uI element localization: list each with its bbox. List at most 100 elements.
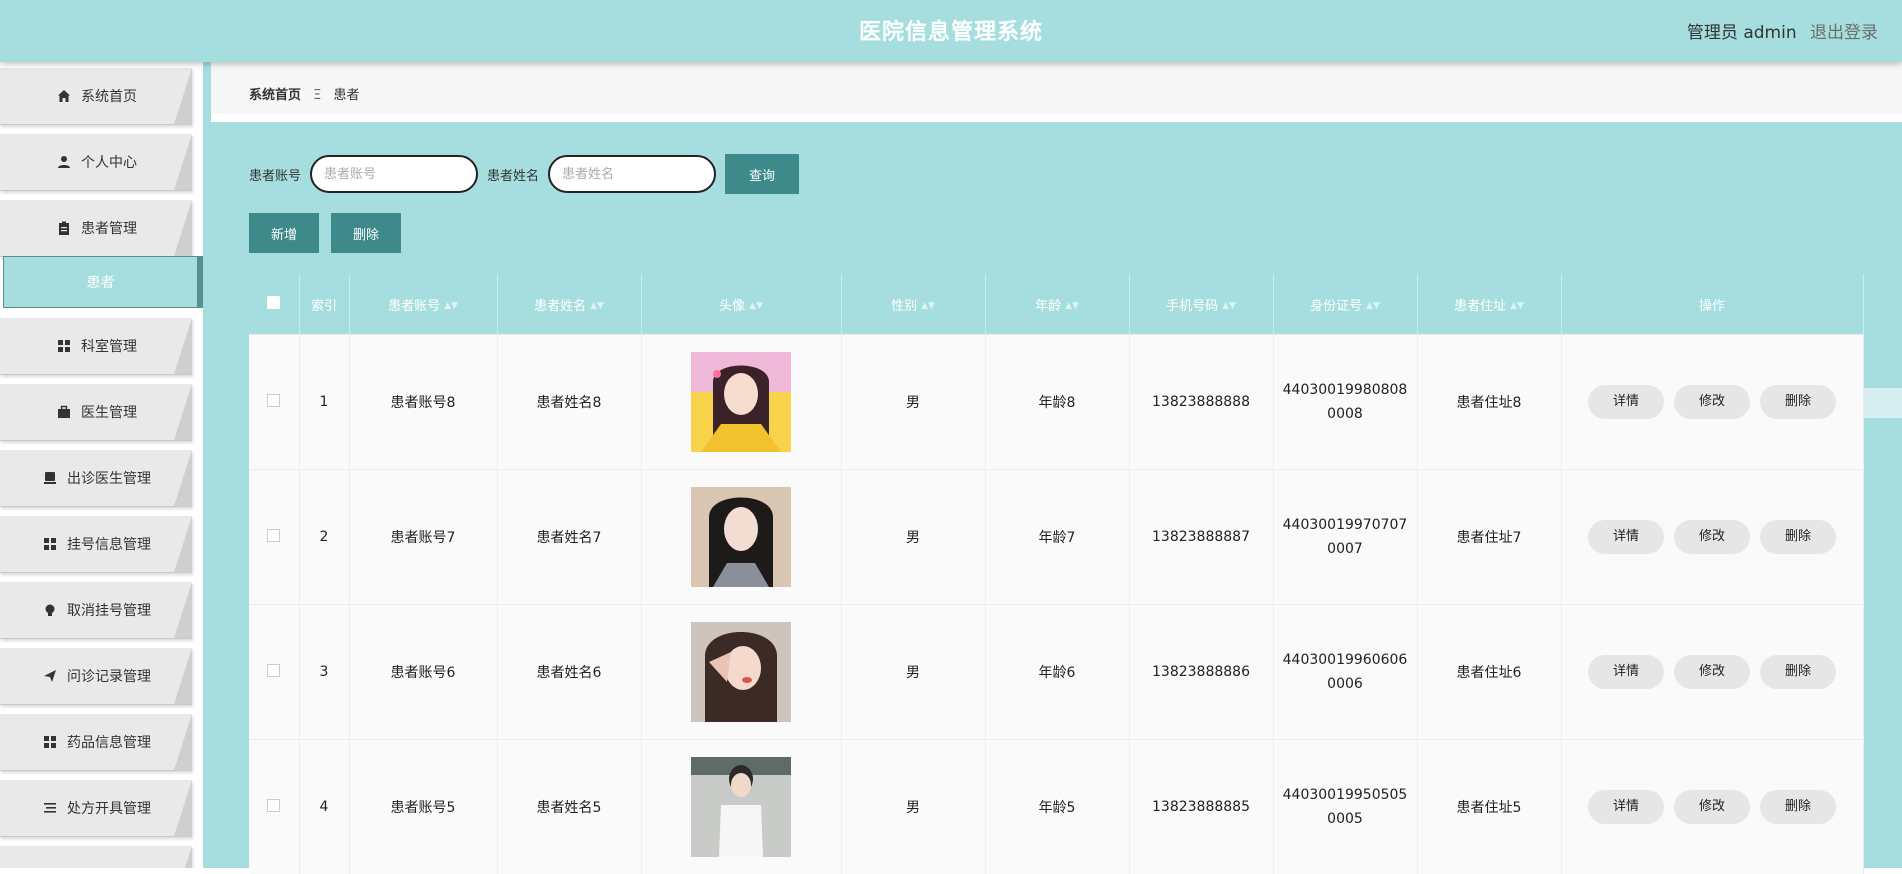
sidebar-subitem-label: 患者 <box>87 272 115 292</box>
send-icon <box>41 667 59 685</box>
sidebar-item-medicine[interactable]: 药品信息管理 <box>0 714 192 771</box>
delete-button[interactable]: 删除 <box>1760 655 1836 689</box>
sidebar-item-department[interactable]: 科室管理 <box>0 318 192 375</box>
sort-icon[interactable]: ▲▼ <box>590 301 604 311</box>
row-checkbox[interactable] <box>267 529 280 542</box>
row-checkbox[interactable] <box>267 799 280 812</box>
index-cell: 2 <box>299 470 349 605</box>
main-content: 系统首页 Ξ 患者 患者账号 患者姓名 查询 新增 删除 索引 患者账 <box>211 62 1902 868</box>
operations-cell: 详情修改删除 <box>1561 470 1863 605</box>
column-header[interactable]: 患者住址▲▼ <box>1417 274 1561 335</box>
table-row: 2 患者账号7 患者姓名7 男 年龄7 13823888887 <box>249 470 1863 605</box>
name-search-input[interactable] <box>548 155 716 193</box>
column-header[interactable]: 身份证号▲▼ <box>1273 274 1417 335</box>
sidebar: 系统首页 个人中心 患者管理 患者 科室管理 医生管理 出诊医生管理 挂号信息管… <box>0 62 210 868</box>
column-header[interactable]: 患者姓名▲▼ <box>497 274 641 335</box>
row-checkbox[interactable] <box>267 664 280 677</box>
grid-icon <box>41 733 59 751</box>
add-button[interactable]: 新增 <box>249 213 319 253</box>
sort-icon[interactable]: ▲▼ <box>1222 301 1236 311</box>
id-card-line2: 0005 <box>1327 811 1363 827</box>
sidebar-item-registration[interactable]: 挂号信息管理 <box>0 516 192 573</box>
select-all-header <box>249 274 299 335</box>
sidebar-item-doctor[interactable]: 医生管理 <box>0 384 192 441</box>
edit-button[interactable]: 修改 <box>1674 385 1750 419</box>
monitor-icon <box>41 469 59 487</box>
sidebar-item-profile[interactable]: 个人中心 <box>0 134 192 191</box>
sidebar-rail <box>203 62 211 868</box>
sort-icon[interactable]: ▲▼ <box>444 301 458 311</box>
delete-button[interactable]: 删除 <box>1760 385 1836 419</box>
column-header[interactable]: 性别 ▲▼ <box>841 274 985 335</box>
phone-cell: 13823888885 <box>1129 740 1273 874</box>
avatar-cell <box>641 470 841 605</box>
sort-icon[interactable]: ▲▼ <box>1366 301 1380 311</box>
avatar-cell <box>641 605 841 740</box>
list-icon <box>41 799 59 817</box>
sidebar-item-prescription[interactable]: 处方开具管理 <box>0 780 192 837</box>
batch-delete-button[interactable]: 删除 <box>331 213 401 253</box>
address-cell: 患者住址6 <box>1417 605 1561 740</box>
column-header[interactable]: 头像▲▼ <box>641 274 841 335</box>
gender-cell: 男 <box>841 740 985 874</box>
detail-button[interactable]: 详情 <box>1588 655 1664 689</box>
patient-table-wrap: 索引 患者账号▲▼ 患者姓名▲▼ 头像▲▼ 性别 ▲▼ 年龄▲▼ 手机号码 ▲▼ 身… <box>249 274 1863 874</box>
column-header-label: 性别 <box>891 299 917 314</box>
column-header-label: 索引 <box>311 299 337 314</box>
sidebar-item-label: 医生管理 <box>81 402 137 422</box>
home-icon <box>55 87 73 105</box>
avatar[interactable] <box>691 487 791 587</box>
column-header[interactable]: 年龄▲▼ <box>985 274 1129 335</box>
delete-button[interactable]: 删除 <box>1760 790 1836 824</box>
sort-icon[interactable]: ▲▼ <box>1065 301 1079 311</box>
query-button[interactable]: 查询 <box>725 154 799 194</box>
sort-icon[interactable]: ▲▼ <box>921 301 935 311</box>
sidebar-item-label: 个人中心 <box>81 152 137 172</box>
index-cell: 3 <box>299 605 349 740</box>
account-search-input[interactable] <box>310 155 478 193</box>
row-select-cell <box>249 740 299 874</box>
phone-cell: 13823888887 <box>1129 470 1273 605</box>
sort-icon[interactable]: ▲▼ <box>1510 301 1524 311</box>
row-checkbox[interactable] <box>267 394 280 407</box>
sidebar-item-patient-mgmt[interactable]: 患者管理 <box>0 200 192 257</box>
address-cell: 患者住址7 <box>1417 470 1561 605</box>
avatar[interactable] <box>691 622 791 722</box>
sort-icon[interactable]: ▲▼ <box>749 301 763 311</box>
breadcrumb-bar: 系统首页 Ξ 患者 <box>211 62 1902 122</box>
sidebar-subitem-patient[interactable]: 患者 <box>3 256 203 308</box>
account-cell: 患者账号7 <box>349 470 497 605</box>
sidebar-item-consultation[interactable]: 问诊记录管理 <box>0 648 192 705</box>
operations-cell: 详情修改删除 <box>1561 335 1863 470</box>
action-bar: 新增 删除 <box>249 213 401 253</box>
column-header[interactable]: 患者账号▲▼ <box>349 274 497 335</box>
bulb-icon <box>41 601 59 619</box>
sidebar-item-label: 挂号信息管理 <box>67 534 151 554</box>
detail-button[interactable]: 详情 <box>1588 790 1664 824</box>
avatar[interactable] <box>691 352 791 452</box>
edit-button[interactable]: 修改 <box>1674 520 1750 554</box>
decor-strip <box>1863 388 1902 418</box>
logout-link[interactable]: 退出登录 <box>1810 23 1878 43</box>
edit-button[interactable]: 修改 <box>1674 655 1750 689</box>
sidebar-item-more[interactable] <box>0 846 192 868</box>
table-header-row: 索引 患者账号▲▼ 患者姓名▲▼ 头像▲▼ 性别 ▲▼ 年龄▲▼ 手机号码 ▲▼ 身… <box>249 274 1863 335</box>
detail-button[interactable]: 详情 <box>1588 520 1664 554</box>
detail-button[interactable]: 详情 <box>1588 385 1664 419</box>
column-header[interactable]: 手机号码 ▲▼ <box>1129 274 1273 335</box>
account-label: 患者账号 <box>249 165 301 184</box>
edit-button[interactable]: 修改 <box>1674 790 1750 824</box>
avatar[interactable] <box>691 757 791 857</box>
sidebar-item-cancel-registration[interactable]: 取消挂号管理 <box>0 582 192 639</box>
sidebar-item-visiting-doctor[interactable]: 出诊医生管理 <box>0 450 192 507</box>
address-cell: 患者住址8 <box>1417 335 1561 470</box>
delete-button[interactable]: 删除 <box>1760 520 1836 554</box>
account-cell: 患者账号6 <box>349 605 497 740</box>
briefcase-icon <box>55 403 73 421</box>
select-all-checkbox[interactable] <box>267 296 280 309</box>
column-header-label: 手机号码 <box>1166 299 1218 314</box>
id-card-line2: 0007 <box>1327 541 1363 557</box>
sidebar-item-home[interactable]: 系统首页 <box>0 68 192 125</box>
app-title: 医院信息管理系统 <box>0 14 1902 46</box>
breadcrumb-home[interactable]: 系统首页 <box>249 88 301 103</box>
